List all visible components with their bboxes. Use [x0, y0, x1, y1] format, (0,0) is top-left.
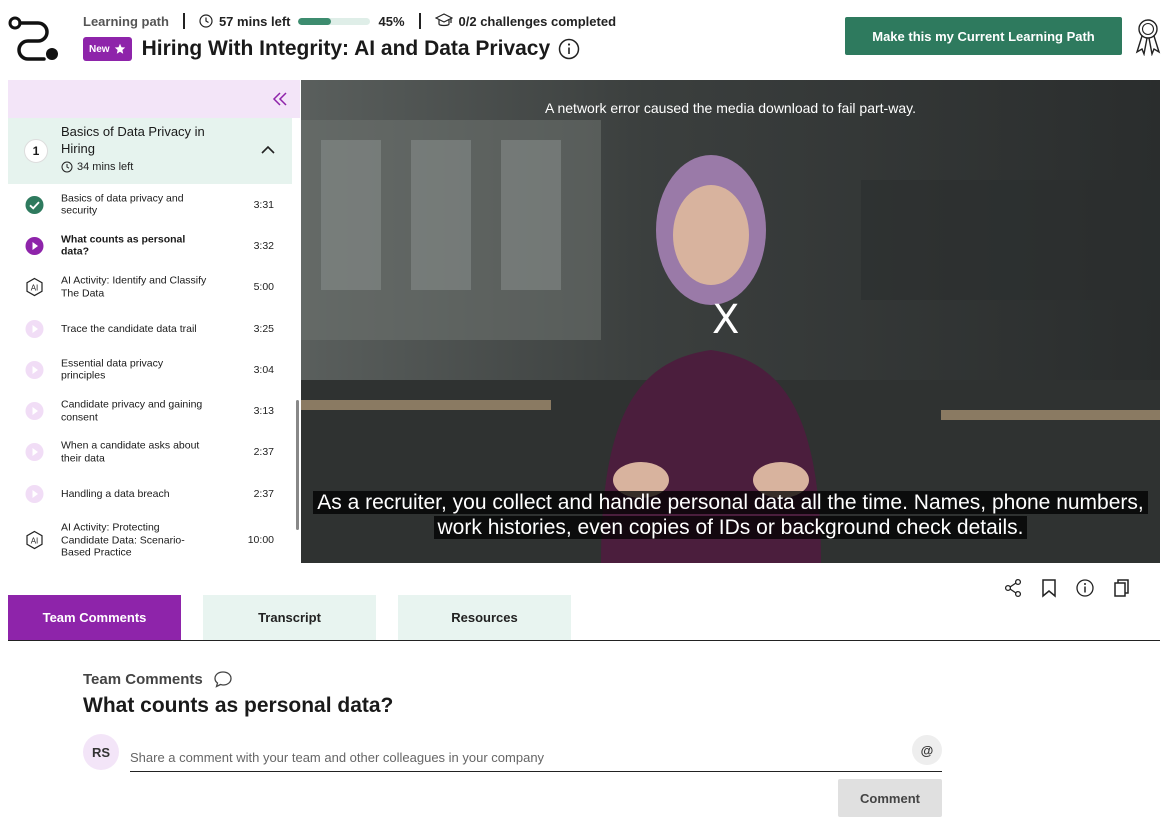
path-meta: Learning path 57 mins left 45% 0/2 chall… [83, 12, 616, 30]
play-circle-icon [25, 236, 44, 255]
sidebar-top-bar [8, 80, 300, 118]
section-header[interactable]: 1 Basics of Data Privacy in Hiring 34 mi… [8, 118, 292, 184]
media-error-message: A network error caused the media downloa… [545, 100, 916, 116]
lesson-item[interactable]: Essential data privacy principles 3:04 [8, 349, 292, 390]
progress-bar [298, 17, 371, 25]
progress-fill [298, 17, 331, 25]
section-time: 34 mins left [61, 161, 133, 173]
mention-button[interactable]: @ [912, 735, 942, 765]
lesson-duration: 3:31 [253, 198, 274, 211]
time-left: 57 mins left [218, 13, 291, 29]
tab-transcript[interactable]: Transcript [203, 595, 376, 640]
video-caption: As a recruiter, you collect and handle p… [301, 490, 1160, 540]
lesson-item[interactable]: AI AI Activity: Protecting Candidate Data… [8, 514, 292, 566]
page-title: Hiring With Integrity: AI and Data Priva… [141, 37, 551, 60]
lesson-duration: 10:00 [247, 534, 274, 547]
course-sidebar: 1 Basics of Data Privacy in Hiring 34 mi… [8, 80, 300, 563]
challenges-count: 0/2 challenges completed [458, 13, 617, 29]
close-error-button[interactable]: X [712, 300, 739, 340]
tab-bar: Team Comments Transcript Resources [8, 595, 1160, 641]
divider [182, 13, 185, 29]
comments-lesson-title: What counts as personal data? [83, 694, 394, 717]
lesson-label: What counts as personal data? [61, 233, 186, 258]
new-badge-label: New [89, 43, 110, 55]
path-logo-icon[interactable] [8, 16, 60, 62]
lesson-duration: 3:25 [253, 322, 274, 335]
lesson-item[interactable]: Handling a data breach 2:37 [8, 473, 292, 514]
play-circle-icon [25, 319, 44, 338]
tab-resources[interactable]: Resources [398, 595, 571, 640]
lesson-label: When a candidate asks about their data [61, 439, 200, 465]
lesson-duration: 3:13 [253, 405, 274, 418]
collapse-sidebar-icon[interactable] [272, 92, 288, 106]
lesson-duration: 2:37 [253, 487, 274, 500]
lesson-label: AI Activity: Protecting Candidate Data: … [61, 521, 185, 559]
lesson-item[interactable]: What counts as personal data? 3:32 [8, 225, 292, 266]
lesson-label: Handling a data breach [61, 487, 170, 500]
comment-input[interactable] [130, 742, 942, 772]
video-player[interactable]: A network error caused the media downloa… [301, 80, 1160, 563]
play-circle-icon [25, 402, 44, 421]
lesson-duration: 3:32 [253, 239, 274, 252]
play-circle-icon [25, 484, 44, 503]
lesson-label: Candidate privacy and gaining consent [61, 398, 203, 424]
lesson-label: AI Activity: Identify and Classify The D… [61, 274, 207, 300]
ai-activity-icon: AI [25, 531, 44, 550]
lesson-label: Essential data privacy principles [61, 357, 164, 382]
chat-bubble-icon [214, 671, 232, 688]
lesson-label: Trace the candidate data trail [61, 322, 197, 335]
lesson-item[interactable]: Candidate privacy and gaining consent 3:1… [8, 390, 292, 431]
lesson-item[interactable]: AI AI Activity: Identify and Classify The… [8, 267, 292, 308]
section-number: 1 [24, 139, 48, 163]
checkmark-circle-icon [25, 195, 44, 214]
star-icon [114, 43, 125, 54]
graduation-cap-icon [434, 13, 453, 27]
caption-text: As a recruiter, you collect and handle p… [313, 491, 1148, 539]
section-title: Basics of Data Privacy in Hiring [61, 124, 205, 156]
title-row: New Hiring With Integrity: AI and Data P… [83, 36, 580, 62]
lesson-item[interactable]: Basics of data privacy and security 3:31 [8, 184, 292, 225]
section-time-left: 34 mins left [77, 161, 134, 173]
sidebar-scrollbar[interactable] [296, 400, 299, 530]
lesson-label: Basics of data privacy and security [61, 192, 184, 217]
award-ribbon-icon[interactable] [1134, 18, 1162, 57]
lesson-list: Basics of data privacy and security 3:31 W… [8, 184, 300, 566]
svg-text:AI: AI [31, 537, 39, 546]
comment-submit-button[interactable]: Comment [838, 779, 942, 817]
divider [418, 13, 421, 29]
svg-text:AI: AI [31, 284, 39, 293]
lesson-duration: 5:00 [253, 281, 274, 294]
make-current-path-button[interactable]: Make this my Current Learning Path [845, 17, 1122, 55]
learning-path-label: Learning path [83, 13, 169, 29]
clock-icon [199, 14, 213, 28]
lesson-duration: 2:37 [253, 446, 274, 459]
tab-team-comments[interactable]: Team Comments [8, 595, 181, 640]
new-badge: New [83, 37, 132, 61]
chevron-up-icon[interactable] [260, 142, 276, 158]
lesson-item[interactable]: Trace the candidate data trail 3:25 [8, 308, 292, 349]
avatar: RS [83, 734, 119, 770]
clock-icon [61, 161, 73, 173]
lesson-duration: 3:04 [253, 363, 274, 376]
play-circle-icon [25, 360, 44, 379]
play-circle-icon [25, 443, 44, 462]
ai-activity-icon: AI [25, 278, 44, 297]
info-icon[interactable] [558, 38, 580, 60]
comments-heading: Team Comments [83, 670, 233, 688]
lesson-item[interactable]: When a candidate asks about their data 2:… [8, 432, 292, 473]
comments-heading-label: Team Comments [83, 670, 203, 688]
progress-percent: 45% [378, 13, 405, 29]
